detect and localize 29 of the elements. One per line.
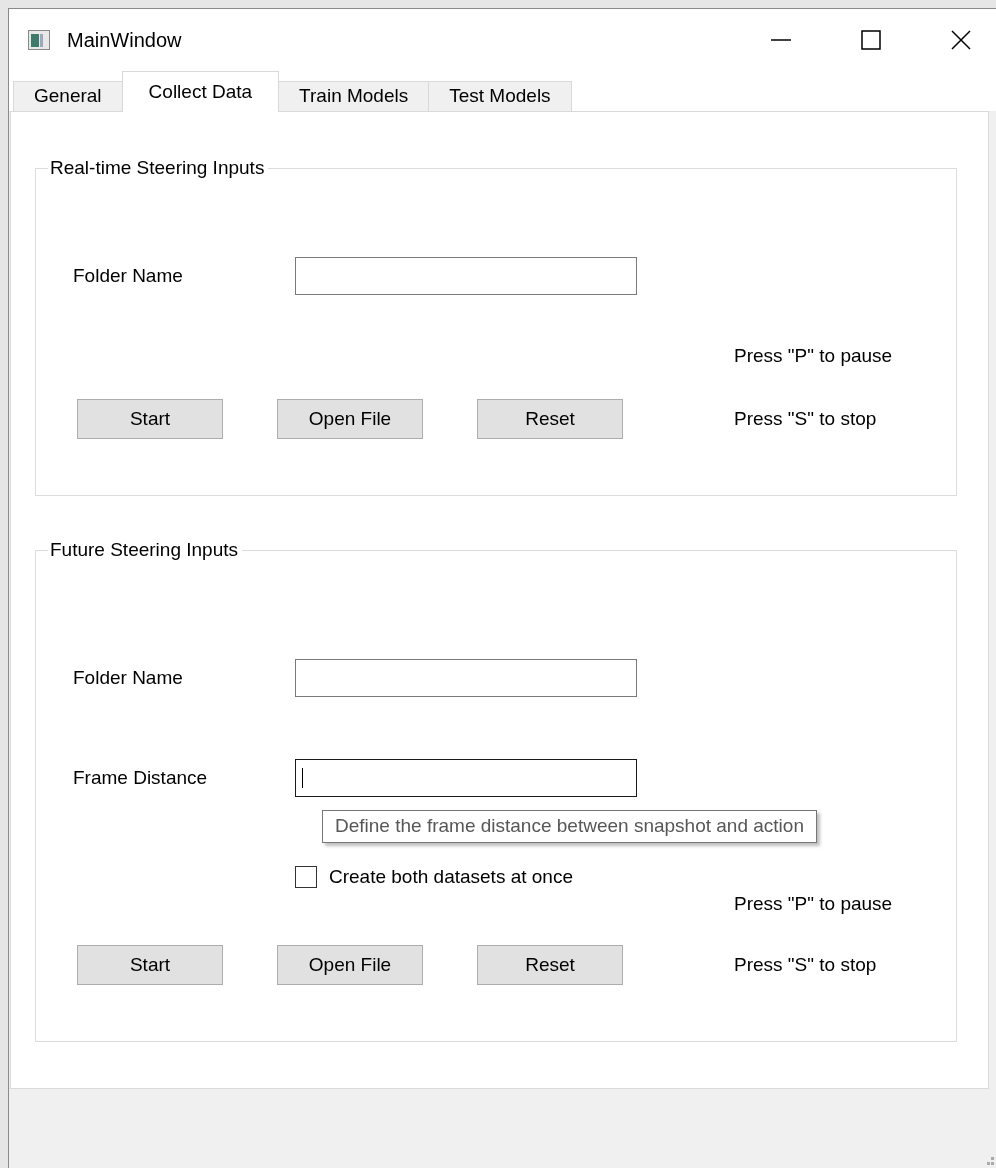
size-grip-icon — [984, 1156, 994, 1166]
field-label: Folder Name — [73, 263, 184, 288]
checkbox-label: Create both datasets at once — [329, 864, 573, 889]
push-button[interactable]: Open File — [277, 945, 423, 985]
tab[interactable]: Test Models — [428, 81, 572, 111]
hint-text: Press "P" to pause — [733, 345, 894, 367]
hint-text: Press "S" to stop — [734, 406, 877, 431]
field-label: Folder Name — [73, 665, 184, 690]
push-button[interactable]: Reset — [477, 399, 623, 439]
tab[interactable]: General — [13, 81, 123, 111]
input-field[interactable] — [295, 759, 637, 797]
field-label: Frame Distance — [73, 765, 209, 790]
hint-text: Press "P" to pause — [733, 893, 894, 915]
push-button[interactable]: Reset — [477, 945, 623, 985]
checkbox[interactable] — [295, 866, 317, 888]
push-button[interactable]: Open File — [277, 399, 423, 439]
tooltip: Define the frame distance between snapshot and action — [322, 810, 817, 843]
app-icon — [28, 30, 50, 50]
close-icon — [949, 30, 973, 50]
hint-text: Press "S" to stop — [734, 952, 877, 977]
maximize-icon — [859, 30, 883, 50]
input-field[interactable] — [295, 257, 637, 295]
minimize-icon — [771, 39, 791, 41]
input-field[interactable] — [295, 659, 637, 697]
push-button[interactable]: Start — [77, 945, 223, 985]
window-title: MainWindow — [67, 28, 183, 53]
tab[interactable]: Train Models — [278, 81, 430, 111]
push-button[interactable]: Start — [77, 399, 223, 439]
tab[interactable]: Collect Data — [121, 71, 280, 112]
